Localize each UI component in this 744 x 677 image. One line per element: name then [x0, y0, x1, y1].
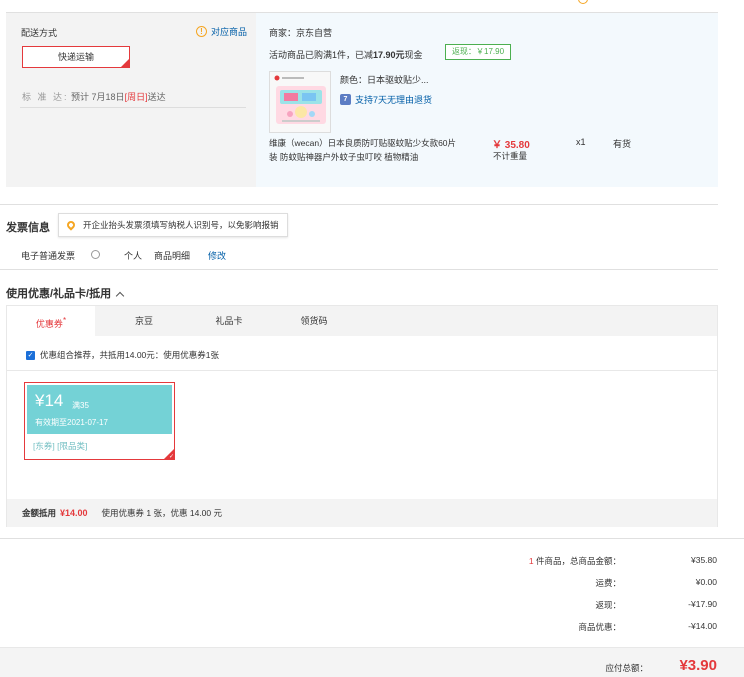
coupon-card-header: ¥14 满35 有效期至2021-07-17 [27, 385, 172, 434]
promo-text: 活动商品已购满1件，已减17.90元现金 [269, 48, 423, 61]
delivery-panel: 配送方式 ! 对应商品 快递运输 ✓ 标 准 达: 预计 7月18日[周日]送达 [6, 13, 256, 187]
payable-label: 应付总额： [605, 663, 648, 673]
invoice-tip-text: 开企业抬头发票须填写纳税人识别号，以免影响报销 [83, 220, 279, 230]
goods-total: ¥35.80 [691, 555, 717, 565]
shipping-label: 运费： [595, 578, 621, 588]
promo-amount: 17.90元 [373, 50, 405, 60]
summary-divider [0, 538, 744, 539]
coupon-validity: 有效期至2021-07-17 [35, 418, 108, 427]
product-image[interactable] [269, 71, 331, 133]
estimate-suffix: 送达 [147, 92, 166, 102]
product-color: 颜色：日本驱蚊贴少... [340, 75, 429, 85]
tab-coupons-marker: * [62, 316, 67, 325]
tab-redeem-code[interactable]: 领货码 [265, 306, 363, 336]
rebate-tag: 返现：￥17.90 [445, 44, 512, 60]
goods-count-text: 件商品，总商品金额： [535, 556, 621, 566]
shop-panel: 商家：京东自营 活动商品已购满1件，已减17.90元现金 返现：￥17.90 颜… [256, 13, 718, 187]
invoice-title: 发票信息 [6, 222, 50, 234]
rebate-label: 返现： [595, 600, 621, 610]
tab-gift-card[interactable]: 礼品卡 [180, 306, 278, 336]
coupon-card[interactable]: ¥14 满35 有效期至2021-07-17 [东券] [限品类] ✓ [24, 382, 175, 460]
recommend-combo[interactable]: ✓ 优惠组合推荐，共抵用14.00元：使用优惠券1张 [26, 349, 219, 361]
selected-check-icon: ✓ [123, 55, 129, 61]
invoice-type-label: 电子普通发票 [21, 251, 76, 261]
invoice-type: 电子普通发票 [21, 249, 112, 262]
recommend-text: 优惠组合推荐，共抵用14.00元：使用优惠券1张 [40, 350, 219, 360]
invoice-detail: 商品明细 [154, 251, 191, 261]
chevron-up-icon [115, 291, 125, 301]
checkbox-checked-icon[interactable]: ✓ [26, 350, 35, 360]
matching-products-label: 对应商品 [211, 27, 248, 37]
return-policy-icon: 7 [340, 94, 351, 105]
selected-check-icon: ✓ [168, 454, 174, 460]
product-price: ￥ 35.80 [492, 140, 530, 151]
tab-coupons-label: 优惠券 [35, 319, 63, 329]
coupon-tabs: 优惠券* 京豆 礼品卡 领货码 [7, 306, 717, 336]
delivery-divider [20, 107, 246, 108]
section-divider [0, 269, 718, 270]
top-cropped-header [0, 0, 744, 6]
discount-amount: -¥14.00 [688, 621, 717, 631]
payable-amount: ¥3.90 [679, 657, 717, 674]
coupon-tags: [东券] [限品类] [33, 441, 88, 451]
help-icon [578, 0, 588, 4]
invoice-tip: 开企业抬头发票须填写纳税人识别号，以免影响报销 [58, 213, 288, 237]
return-policy[interactable]: 7 支持7天无理由退货 [340, 93, 432, 106]
product-quantity: x1 [576, 137, 586, 147]
goods-count: 1 [528, 556, 534, 566]
payable-bar: 应付总额： ¥3.90 [0, 647, 744, 677]
footer-label: 金额抵用 [22, 508, 57, 518]
tab-coupons[interactable]: 优惠券* [7, 306, 95, 336]
return-policy-label: 支持7天无理由退货 [355, 95, 433, 105]
coupon-footer: 金额抵用 ¥14.00 使用优惠券 1 张，优惠 14.00 元 [7, 499, 717, 527]
delivery-title: 配送方式 [21, 28, 58, 38]
coupon-divider [7, 370, 717, 371]
tab-jingdou[interactable]: 京豆 [95, 306, 193, 336]
order-block: 配送方式 ! 对应商品 快递运输 ✓ 标 准 达: 预计 7月18日[周日]送达… [6, 12, 718, 187]
goods-count-label: 1 件商品，总商品金额： [529, 555, 621, 567]
rebate-amount: -¥17.90 [688, 599, 717, 609]
promo-prefix: 活动商品已购满1件，已减 [269, 50, 374, 60]
product-name-link[interactable]: 维康（wecan）日本良质防叮贴驱蚊贴少女款60片装 防蚊贴神器户外蚊子虫叮咬 … [269, 136, 459, 164]
promo-suffix: 现金 [404, 50, 423, 60]
warning-icon: ! [196, 26, 207, 37]
shop-name: 商家：京东自营 [269, 28, 333, 38]
delivery-estimate: 标 准 达: 预计 7月18日[周日]送达 [22, 90, 166, 103]
coupon-condition: 满35 [72, 401, 89, 410]
express-shipping-label: 快递运输 [57, 52, 94, 62]
estimate-label: 标 准 达: [22, 92, 69, 102]
shipping-fee: ¥0.00 [695, 577, 717, 587]
invoice-summary: 电子普通发票 个人 商品明细 修改 [21, 249, 238, 262]
tip-pin-icon [65, 219, 77, 231]
product-weight: 不计重量 [493, 151, 528, 161]
estimate-day: [周日] [124, 92, 148, 102]
footer-detail: 使用优惠券 1 张，优惠 14.00 元 [101, 508, 222, 518]
matching-products-link[interactable]: ! 对应商品 [196, 25, 247, 38]
coupon-amount: ¥14 [35, 391, 64, 410]
footer-amount: ¥14.00 [60, 508, 88, 518]
section-divider [0, 204, 718, 205]
express-shipping-button[interactable]: 快递运输 ✓ [22, 46, 130, 68]
estimate-date: 预计 7月18日 [71, 92, 125, 102]
invoice-edit-link[interactable]: 修改 [208, 249, 226, 262]
coupon-section-toggle[interactable]: 使用优惠/礼品卡/抵用 [6, 285, 125, 301]
stock-status: 有货 [613, 139, 632, 149]
info-circle-icon[interactable] [91, 250, 101, 259]
discount-label: 商品优惠： [578, 622, 621, 632]
invoice-person: 个人 [124, 251, 143, 261]
coupon-panel: 优惠券* 京豆 礼品卡 领货码 ✓ 优惠组合推荐，共抵用14.00元：使用优惠券… [6, 305, 718, 527]
coupon-section-title: 使用优惠/礼品卡/抵用 [6, 288, 112, 300]
